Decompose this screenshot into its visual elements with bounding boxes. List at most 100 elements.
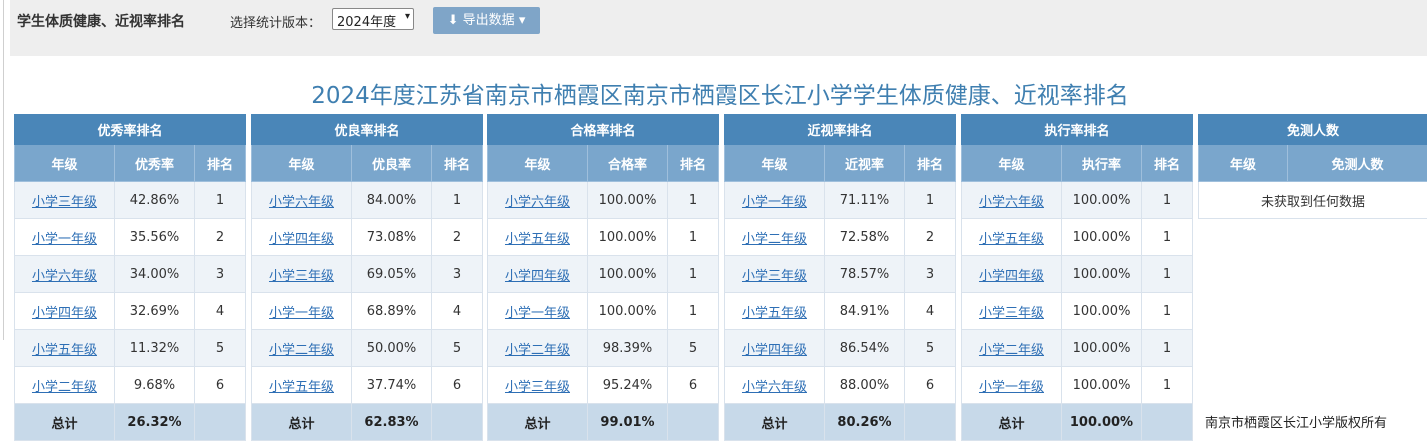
- total-row: 总计 100.00%: [961, 403, 1194, 441]
- toolbar: 学生体质健康、近视率排名 选择统计版本： 2024年度 ▾ ⬇ 导出数据 ▾: [10, 0, 1427, 56]
- grade-link[interactable]: 小学二年级: [742, 232, 807, 247]
- rank-cell: 5: [903, 329, 957, 367]
- grade-cell: 小学一年级: [487, 292, 588, 330]
- grade-cell: 小学六年级: [961, 181, 1062, 219]
- grade-link[interactable]: 小学三年级: [505, 380, 570, 395]
- grade-link[interactable]: 小学五年级: [979, 232, 1044, 247]
- grade-link[interactable]: 小学五年级: [742, 306, 807, 321]
- rate-cell: 72.58%: [824, 218, 905, 256]
- grade-cell: 小学六年级: [251, 181, 352, 219]
- column-header: 排名: [430, 144, 484, 182]
- myopia-ranking-table: 近视率排名 年级 近视率 排名 小学一年级 71.11% 1 小学二年级 72.58% 2 小学三年…: [723, 114, 957, 441]
- grade-link[interactable]: 小学六年级: [979, 195, 1044, 210]
- total-row: 总计 26.32%: [14, 403, 247, 441]
- rank-cell: 4: [903, 292, 957, 330]
- rate-cell: 42.86%: [114, 181, 195, 219]
- column-header: 近视率: [824, 144, 905, 182]
- grade-cell: 小学一年级: [724, 181, 825, 219]
- grade-link[interactable]: 小学一年级: [32, 232, 97, 247]
- grade-link[interactable]: 小学四年级: [269, 232, 334, 247]
- column-header: 优良率: [351, 144, 432, 182]
- rank-cell: 5: [666, 329, 720, 367]
- grade-link[interactable]: 小学一年级: [269, 306, 334, 321]
- column-header: 年级: [724, 144, 825, 182]
- grade-link[interactable]: 小学一年级: [979, 380, 1044, 395]
- version-select[interactable]: 2024年度 ▾: [332, 8, 414, 30]
- rate-cell: 100.00%: [587, 181, 668, 219]
- grade-link[interactable]: 小学四年级: [32, 306, 97, 321]
- grade-link[interactable]: 小学二年级: [505, 343, 570, 358]
- rate-cell: 34.00%: [114, 255, 195, 293]
- table-row: 小学二年级 98.39% 5: [487, 329, 720, 367]
- table-row: 小学五年级 100.00% 1: [961, 218, 1194, 256]
- grade-link[interactable]: 小学三年级: [979, 306, 1044, 321]
- column-header: 排名: [193, 144, 247, 182]
- table-row: 小学四年级 100.00% 1: [487, 255, 720, 293]
- rank-cell: 3: [903, 255, 957, 293]
- column-header: 排名: [666, 144, 720, 182]
- grade-link[interactable]: 小学四年级: [979, 269, 1044, 284]
- column-header: 排名: [903, 144, 957, 182]
- rate-cell: 100.00%: [587, 255, 668, 293]
- total-cell: 总计: [487, 403, 588, 441]
- table-header: 近视率排名: [723, 114, 957, 145]
- grade-cell: 小学三年级: [251, 255, 352, 293]
- grade-cell: 小学四年级: [14, 292, 115, 330]
- total-cell: [903, 403, 957, 441]
- grade-link[interactable]: 小学二年级: [269, 343, 334, 358]
- rank-cell: 1: [666, 218, 720, 256]
- rank-cell: 2: [903, 218, 957, 256]
- total-cell: 80.26%: [824, 403, 905, 441]
- table-row: 小学四年级 86.54% 5: [724, 329, 957, 367]
- column-header: 年级: [1198, 144, 1288, 182]
- grade-link[interactable]: 小学六年级: [269, 195, 334, 210]
- rate-cell: 9.68%: [114, 366, 195, 404]
- table-row: 小学二年级 100.00% 1: [961, 329, 1194, 367]
- grade-cell: 小学二年级: [961, 329, 1062, 367]
- grade-cell: 小学一年级: [14, 218, 115, 256]
- grade-link[interactable]: 小学六年级: [742, 380, 807, 395]
- grade-link[interactable]: 小学四年级: [742, 343, 807, 358]
- grade-link[interactable]: 小学五年级: [505, 232, 570, 247]
- grade-link[interactable]: 小学四年级: [505, 269, 570, 284]
- rate-cell: 100.00%: [587, 218, 668, 256]
- rank-cell: 1: [1140, 366, 1194, 404]
- rate-cell: 100.00%: [1061, 366, 1142, 404]
- grade-link[interactable]: 小学五年级: [269, 380, 334, 395]
- rate-cell: 11.32%: [114, 329, 195, 367]
- table-header: 优良率排名: [250, 114, 484, 145]
- grade-link[interactable]: 小学一年级: [505, 306, 570, 321]
- rate-cell: 32.69%: [114, 292, 195, 330]
- column-header: 排名: [1140, 144, 1194, 182]
- table-row: 小学二年级 72.58% 2: [724, 218, 957, 256]
- rate-cell: 68.89%: [351, 292, 432, 330]
- rank-cell: 4: [193, 292, 247, 330]
- grade-link[interactable]: 小学六年级: [32, 269, 97, 284]
- total-row: 总计 80.26%: [724, 403, 957, 441]
- grade-link[interactable]: 小学三年级: [742, 269, 807, 284]
- table-row: 小学二年级 9.68% 6: [14, 366, 247, 404]
- rate-cell: 69.05%: [351, 255, 432, 293]
- grade-link[interactable]: 小学三年级: [269, 269, 334, 284]
- total-cell: 26.32%: [114, 403, 195, 441]
- empty-message: 未获取到任何数据: [1197, 181, 1427, 219]
- rate-cell: 50.00%: [351, 329, 432, 367]
- table-row: 小学二年级 50.00% 5: [251, 329, 484, 367]
- grade-link[interactable]: 小学五年级: [32, 343, 97, 358]
- grade-link[interactable]: 小学一年级: [742, 195, 807, 210]
- grade-link[interactable]: 小学二年级: [32, 380, 97, 395]
- column-header: 年级: [251, 144, 352, 182]
- table-row: 小学四年级 100.00% 1: [961, 255, 1194, 293]
- table-row: 小学三年级 100.00% 1: [961, 292, 1194, 330]
- rank-cell: 6: [666, 366, 720, 404]
- grade-cell: 小学四年级: [724, 329, 825, 367]
- export-button[interactable]: ⬇ 导出数据 ▾: [433, 7, 540, 34]
- rank-cell: 1: [1140, 329, 1194, 367]
- grade-link[interactable]: 小学三年级: [32, 195, 97, 210]
- rank-cell: 5: [193, 329, 247, 367]
- column-header: 年级: [14, 144, 115, 182]
- grade-link[interactable]: 小学六年级: [505, 195, 570, 210]
- download-icon: ⬇: [447, 13, 459, 28]
- table-row: 小学六年级 88.00% 6: [724, 366, 957, 404]
- grade-link[interactable]: 小学二年级: [979, 343, 1044, 358]
